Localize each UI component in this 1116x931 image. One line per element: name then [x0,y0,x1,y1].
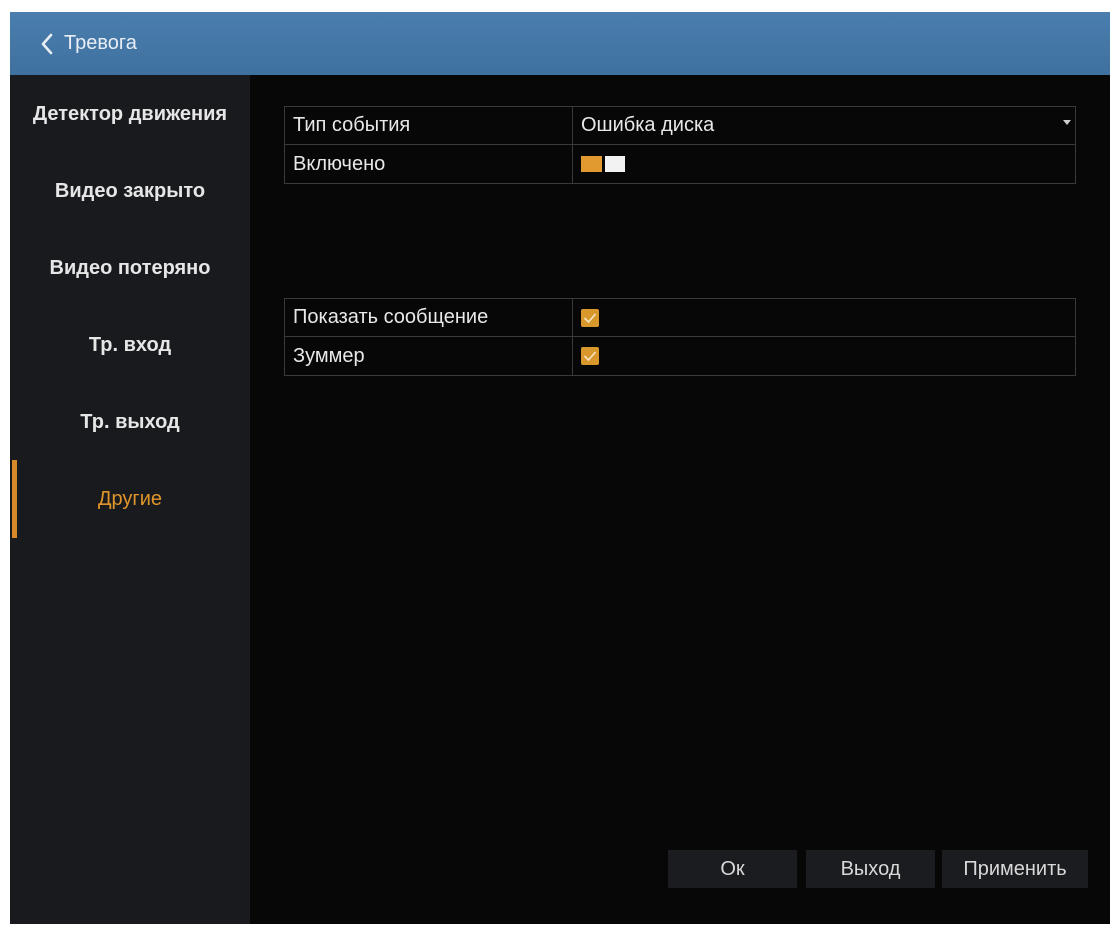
sidebar-item-video-lost[interactable]: Видео потеряно [10,229,250,307]
table-row: Показать сообщение [285,299,1075,337]
apply-button[interactable]: Применить [942,850,1088,888]
sidebar-item-other[interactable]: Другие [10,460,250,538]
buzzer-label: Зуммер [285,337,573,375]
enabled-toggle[interactable] [581,156,625,172]
buzzer-checkbox[interactable] [581,347,599,365]
table-row: Включено [285,145,1075,183]
chevron-left-icon[interactable] [40,31,60,57]
event-type-select[interactable]: Ошибка диска [573,107,1075,144]
actions-table: Показать сообщение Зуммер [284,298,1076,376]
window-title: Тревога [64,32,137,54]
event-type-value: Ошибка диска [581,114,715,136]
checkmark-icon [583,312,597,323]
alarm-settings-window: Тревога Детектор движения Видео закрыто … [10,12,1110,924]
sidebar-item-alarm-output[interactable]: Тр. выход [10,383,250,461]
active-indicator [12,460,17,538]
enabled-label: Включено [285,145,573,183]
sidebar: Детектор движения Видео закрыто Видео по… [10,75,250,924]
checkmark-icon [583,351,597,362]
toggle-knob [605,156,625,172]
sidebar-item-alarm-input[interactable]: Тр. вход [10,306,250,384]
exit-button[interactable]: Выход [806,850,935,888]
ok-button[interactable]: Ок [668,850,797,888]
sidebar-item-motion-detector[interactable]: Детектор движения [10,75,250,153]
show-message-checkbox[interactable] [581,308,599,327]
title-bar: Тревога [10,12,1110,75]
event-settings-table: Тип события Ошибка диска Включено [284,106,1076,184]
show-message-label: Показать сообщение [285,299,573,336]
caret-down-icon[interactable] [1063,120,1071,125]
table-row: Тип события Ошибка диска [285,107,1075,145]
sidebar-item-video-blocked[interactable]: Видео закрыто [10,152,250,230]
event-type-label: Тип события [285,107,573,144]
table-row: Зуммер [285,337,1075,375]
